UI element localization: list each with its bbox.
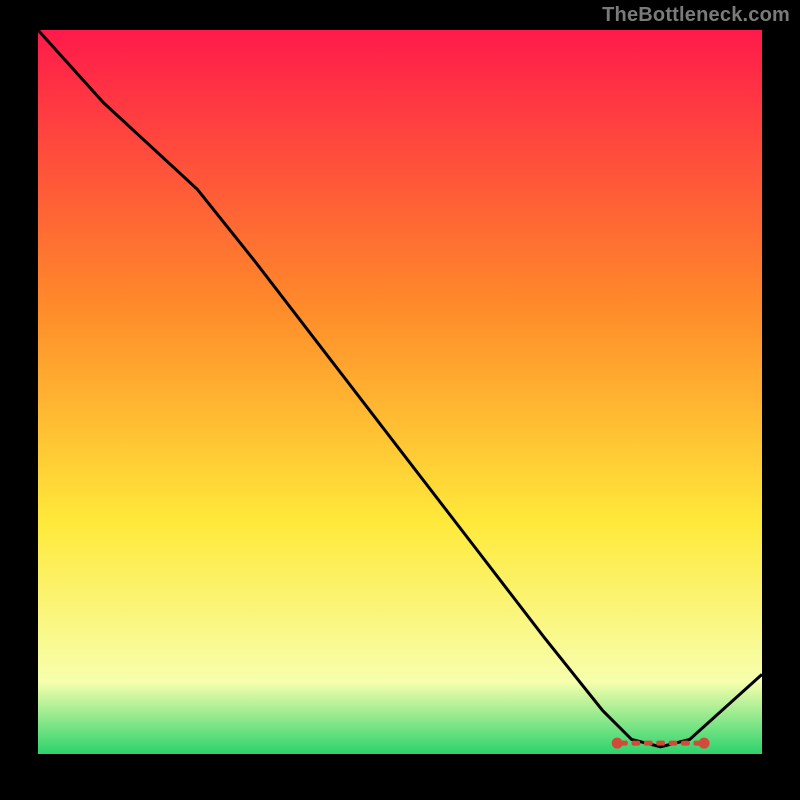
chart-container: TheBottleneck.com (0, 0, 800, 800)
plot-area (38, 30, 762, 754)
gradient-background (38, 30, 762, 754)
attribution-label: TheBottleneck.com (602, 4, 790, 27)
chart-svg (38, 30, 762, 754)
